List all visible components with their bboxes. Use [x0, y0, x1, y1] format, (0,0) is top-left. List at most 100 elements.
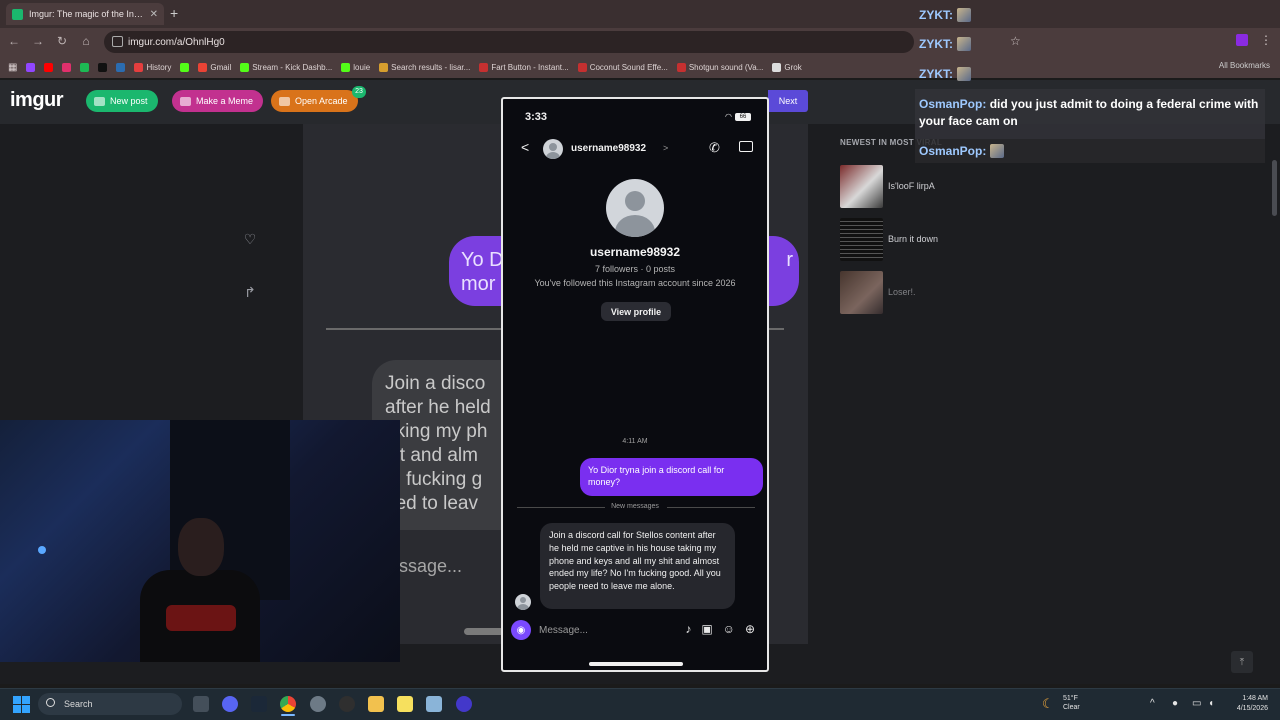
clock-date: 4/15/2026	[1236, 705, 1268, 712]
sent-message-bubble[interactable]: Yo Dior tryna join a discord call for mo…	[580, 458, 763, 496]
newest-item[interactable]: Is'looF lirpA	[840, 164, 1040, 208]
gallery-icon[interactable]: ▣	[701, 622, 712, 636]
bookmark-item[interactable]: Search results - lisar...	[379, 62, 470, 72]
start-button[interactable]	[13, 696, 30, 713]
gamepad-icon	[279, 96, 290, 106]
sender-avatar[interactable]	[515, 594, 531, 610]
file-explorer-icon[interactable]	[368, 696, 384, 712]
bookmark-item[interactable]	[44, 62, 54, 72]
chat-username: ZYKT:	[919, 8, 953, 22]
bookmark-item[interactable]	[26, 62, 36, 72]
bookmark-item[interactable]	[180, 62, 190, 72]
app-icon[interactable]	[426, 696, 442, 712]
message-timestamp: 4:11 AM	[622, 438, 648, 445]
phone-call-icon[interactable]: ✆	[709, 140, 720, 156]
sticker-icon[interactable]: ☺	[723, 622, 735, 636]
profile-avatar[interactable]	[606, 179, 664, 237]
tray-volume-icon[interactable]: ◖	[1208, 698, 1214, 709]
obs-icon[interactable]	[339, 696, 355, 712]
bookmark-label: Gmail	[210, 62, 232, 72]
chat-back-icon[interactable]: <	[521, 139, 529, 155]
newest-thumbnail[interactable]	[840, 217, 883, 261]
steam-icon[interactable]	[251, 696, 267, 712]
video-call-icon[interactable]	[739, 141, 753, 152]
chrome-icon[interactable]	[280, 696, 296, 712]
add-icon[interactable]: ⊕	[745, 622, 755, 636]
phone-time: 3:33	[525, 111, 548, 123]
message-composer[interactable]: ◉ Message... ♪ ▣ ☺ ⊕	[511, 617, 761, 643]
site-info-icon[interactable]	[112, 36, 123, 47]
chat-header-avatar[interactable]	[543, 139, 563, 159]
address-bar[interactable]: imgur.com/a/OhnlHg0	[104, 31, 914, 53]
bookmark-favicon-icon	[479, 62, 489, 72]
bookmark-item[interactable]: louie	[341, 62, 370, 72]
next-post-button[interactable]: Next	[768, 90, 808, 112]
share-icon[interactable]: ↱	[240, 284, 260, 301]
chat-header-username[interactable]: username98932	[571, 143, 646, 154]
bookmark-favicon-icon	[26, 62, 36, 72]
newest-item-title[interactable]: Burn it down	[888, 234, 938, 244]
webcam-person-head	[178, 518, 224, 576]
plus-icon	[94, 96, 105, 106]
bg-bubble-line: m fucking g	[385, 469, 483, 490]
weather-widget[interactable]: 51°F Clear	[1063, 694, 1080, 712]
imgur-logo[interactable]: imgur	[10, 89, 64, 112]
browser-tab-imgur[interactable]: Imgur: The magic of the Internet ✕	[6, 3, 164, 25]
tray-display-icon[interactable]: ▭	[1192, 698, 1201, 709]
home-indicator	[589, 662, 683, 666]
bookmark-item[interactable]	[62, 62, 72, 72]
newest-item-title[interactable]: Is'looF lirpA	[888, 181, 935, 191]
back-icon[interactable]: ←	[6, 34, 22, 48]
favorite-heart-icon[interactable]: ♡	[240, 231, 260, 248]
discord-icon[interactable]	[222, 696, 238, 712]
make-meme-button[interactable]: Make a Meme	[172, 90, 264, 112]
received-message-bubble[interactable]: Join a discord call for Stellos content …	[540, 523, 735, 609]
new-tab-icon[interactable]: +	[170, 5, 178, 21]
forward-icon[interactable]: →	[30, 34, 46, 48]
taskbar-clock[interactable]: 1:48 AM 4/15/2026	[1224, 694, 1268, 714]
imgur-favicon-icon	[12, 8, 23, 20]
reload-icon[interactable]: ↻	[54, 34, 70, 48]
view-profile-button[interactable]: View profile	[601, 302, 671, 321]
bookmark-favicon-icon	[772, 62, 782, 72]
bookmark-item[interactable]: Shotgun sound (Va...	[676, 62, 763, 72]
newest-item[interactable]: Burn it down	[840, 217, 1040, 261]
home-icon[interactable]: ⌂	[78, 34, 94, 48]
new-post-button[interactable]: New post	[86, 90, 158, 112]
close-tab-icon[interactable]: ✕	[150, 9, 158, 20]
bookmark-item[interactable]	[116, 62, 126, 72]
sticky-notes-icon[interactable]	[397, 696, 413, 712]
apps-icon[interactable]: ▦	[8, 62, 17, 73]
microphone-icon[interactable]: ♪	[685, 622, 691, 636]
tray-chevron-up-icon[interactable]: ^	[1150, 698, 1155, 709]
bookmark-item[interactable]	[98, 62, 108, 72]
scroll-to-top-icon[interactable]: ⤒	[1231, 651, 1253, 673]
newest-item-title[interactable]: Loser!.	[888, 287, 916, 297]
chat-username: ZYKT:	[919, 67, 953, 81]
task-view-icon[interactable]	[193, 696, 209, 712]
bookmark-item[interactable]: History	[134, 62, 171, 72]
chrome-active-indicator	[281, 714, 295, 716]
chat-username: OsmanPop:	[919, 144, 987, 158]
profile-stats: 7 followers · 0 posts	[594, 264, 676, 274]
cortana-icon[interactable]	[456, 696, 472, 712]
newest-thumbnail[interactable]	[840, 270, 883, 314]
camera-icon[interactable]: ◉	[511, 620, 531, 640]
bookmark-item[interactable]: Grok	[772, 62, 802, 72]
bookmark-item[interactable]: Fart Button - Instant...	[479, 62, 569, 72]
bookmark-item[interactable]	[80, 62, 90, 72]
bookmark-item[interactable]: Gmail	[198, 62, 232, 72]
tray-mic-icon[interactable]: ●	[1172, 698, 1178, 709]
bookmark-item[interactable]: Stream - Kick Dashb...	[240, 62, 332, 72]
open-arcade-button[interactable]: Open Arcade	[271, 90, 358, 112]
bookmark-favicon-icon	[198, 62, 208, 72]
message-input[interactable]: Message...	[539, 625, 659, 636]
open-arcade-label: Open Arcade	[295, 96, 348, 106]
newest-thumbnail[interactable]	[840, 164, 883, 208]
settings-gear-icon[interactable]	[310, 696, 326, 712]
newest-item[interactable]: Loser!.	[840, 270, 1040, 314]
bookmark-item[interactable]: Coconut Sound Effe...	[577, 62, 668, 72]
chat-message-highlight: OsmanPop: did you just admit to doing a …	[915, 89, 1265, 139]
bookmark-favicon-icon	[134, 62, 144, 72]
taskbar-search[interactable]: Search	[38, 693, 182, 715]
